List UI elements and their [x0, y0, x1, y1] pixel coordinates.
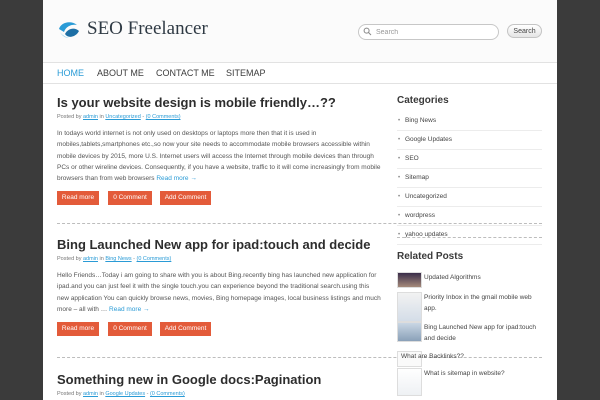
bullet-icon: •: [398, 232, 401, 238]
comments-link[interactable]: (0 Comments): [150, 391, 185, 397]
author-link[interactable]: admin: [83, 391, 98, 397]
category-label[interactable]: Uncategorized: [405, 193, 447, 200]
nav-contact-me[interactable]: CONTACT ME: [156, 68, 215, 78]
category-link[interactable]: Google Updates: [105, 391, 145, 397]
post-meta: Posted by admin in Bing News - (0 Commen…: [57, 256, 172, 262]
category-item[interactable]: • wordpress: [397, 207, 542, 226]
category-list: • Bing News • Google Updates • SEO • Sitemap…: [397, 112, 542, 245]
bullet-icon: •: [398, 156, 401, 162]
category-label[interactable]: Sitemap: [405, 174, 429, 181]
related-post-link[interactable]: Bing Launched New app for ipad:touch and…: [424, 322, 542, 344]
search-box[interactable]: [358, 24, 499, 40]
related-posts-title: Related Posts: [397, 251, 464, 262]
author-link[interactable]: admin: [83, 256, 98, 262]
posted-by-label: Posted by: [57, 256, 82, 262]
bullet-icon: •: [398, 137, 401, 143]
related-posts-widget: Related Posts Updated Algorithms Priorit…: [397, 251, 542, 400]
post: Is your website design is mobile friendl…: [57, 95, 382, 206]
related-post-link[interactable]: Updated Algorithms: [424, 272, 542, 283]
related-thumbnail[interactable]: [397, 322, 422, 342]
read-more-button[interactable]: Read more: [57, 191, 99, 206]
comments-link[interactable]: (0 Comments): [137, 256, 172, 262]
in-label: in: [99, 256, 104, 262]
bullet-icon: •: [398, 194, 401, 200]
category-item[interactable]: • Google Updates: [397, 131, 542, 150]
related-thumbnail[interactable]: [397, 368, 422, 396]
in-label: in: [99, 391, 104, 397]
comments-link[interactable]: (0 Comments): [146, 114, 181, 120]
category-link[interactable]: Bing News: [105, 256, 131, 262]
category-item[interactable]: • Uncategorized: [397, 188, 542, 207]
excerpt-text: In todays world internet is not only use…: [57, 130, 381, 183]
post-buttons: Read more 0 Comment Add Comment: [57, 191, 382, 206]
post-title[interactable]: Something new in Google docs:Pagination: [57, 372, 382, 388]
post: Bing Launched New app for ipad:touch and…: [57, 237, 382, 337]
nav-sitemap[interactable]: SITEMAP: [226, 68, 266, 78]
post-meta: Posted by admin in Google Updates - (0 C…: [57, 391, 185, 397]
post-excerpt: Hello Friends…Today i am going to share …: [57, 270, 382, 315]
read-more-link[interactable]: Read more →: [156, 175, 196, 182]
search-input[interactable]: [376, 25, 494, 39]
categories-widget: Categories • Bing News • Google Updates • S…: [397, 95, 542, 245]
category-item[interactable]: • yahoo updates: [397, 226, 542, 245]
post-excerpt: In todays world internet is not only use…: [57, 128, 382, 184]
post-title[interactable]: Is your website design is mobile friendl…: [57, 95, 382, 111]
related-post-link[interactable]: What is sitemap in website?: [424, 368, 542, 379]
bullet-icon: •: [398, 213, 401, 219]
search-button[interactable]: Search: [507, 24, 542, 38]
add-comment-button[interactable]: Add Comment: [160, 322, 211, 337]
related-post-link[interactable]: What are Backlinks??: [401, 351, 519, 362]
category-label[interactable]: Bing News: [405, 117, 436, 124]
page: SEO Freelancer Search HOME ABOUT ME CONT…: [43, 0, 557, 400]
comment-count-button[interactable]: 0 Comment: [108, 191, 152, 206]
nav-home[interactable]: HOME: [57, 68, 84, 78]
bullet-icon: •: [398, 118, 401, 124]
excerpt-text: Hello Friends…Today i am going to share …: [57, 272, 381, 313]
read-more-link[interactable]: Read more →: [109, 306, 149, 313]
category-item[interactable]: • Bing News: [397, 112, 542, 131]
category-link[interactable]: Uncategorized: [105, 114, 140, 120]
posted-by-label: Posted by: [57, 114, 82, 120]
related-post-link[interactable]: Priority Inbox in the gmail mobile web a…: [424, 292, 542, 314]
site-title[interactable]: SEO Freelancer: [87, 18, 208, 40]
logo-icon[interactable]: [57, 20, 81, 40]
author-link[interactable]: admin: [83, 114, 98, 120]
categories-title: Categories: [397, 95, 449, 106]
post-meta: Posted by admin in Uncategorized - (0 Co…: [57, 114, 181, 120]
related-thumbnail[interactable]: [397, 272, 422, 288]
bullet-icon: •: [398, 175, 401, 181]
add-comment-button[interactable]: Add Comment: [160, 191, 211, 206]
comment-count-button[interactable]: 0 Comment: [108, 322, 152, 337]
category-label[interactable]: SEO: [405, 155, 419, 162]
in-label: in: [99, 114, 104, 120]
sidebar-divider: [397, 237, 542, 238]
posted-by-label: Posted by: [57, 391, 82, 397]
header: SEO Freelancer Search: [43, 0, 557, 62]
category-label[interactable]: Google Updates: [405, 136, 452, 143]
search-icon: [363, 27, 372, 36]
nav-about-me[interactable]: ABOUT ME: [97, 68, 144, 78]
main-nav: HOME ABOUT ME CONTACT ME SITEMAP: [43, 62, 557, 84]
category-label[interactable]: wordpress: [405, 212, 435, 219]
post-title[interactable]: Bing Launched New app for ipad:touch and…: [57, 237, 382, 253]
post-buttons: Read more 0 Comment Add Comment: [57, 322, 382, 337]
post: Something new in Google docs:Pagination …: [57, 372, 382, 397]
category-item[interactable]: • SEO: [397, 150, 542, 169]
related-thumbnail[interactable]: [397, 292, 422, 322]
category-item[interactable]: • Sitemap: [397, 169, 542, 188]
read-more-button[interactable]: Read more: [57, 322, 99, 337]
